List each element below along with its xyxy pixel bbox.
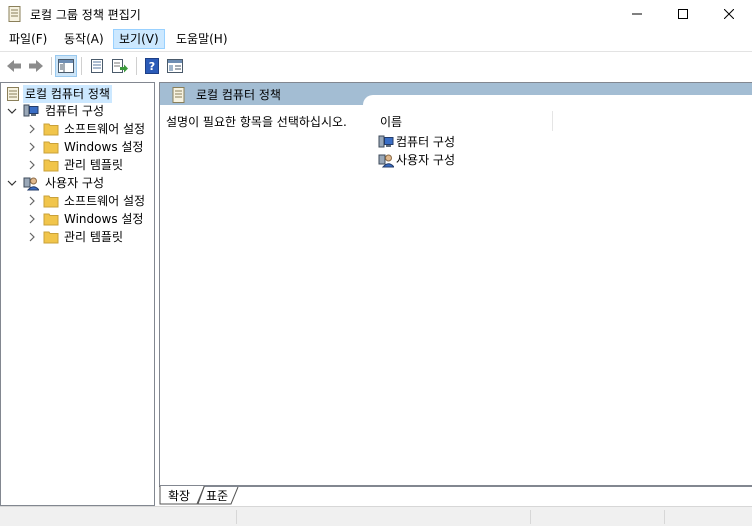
list-item-label: 사용자 구성 bbox=[396, 153, 456, 167]
chevron-down-icon[interactable] bbox=[7, 106, 17, 116]
folder-icon bbox=[43, 159, 59, 172]
help-button[interactable]: ? bbox=[141, 55, 163, 77]
computer-icon bbox=[378, 135, 394, 148]
status-divider bbox=[236, 510, 237, 524]
toolbar: ? bbox=[0, 51, 752, 78]
view-tabs: 확장 표준 bbox=[159, 486, 752, 506]
tab-extended[interactable]: 확장 bbox=[168, 488, 190, 506]
status-divider bbox=[664, 510, 665, 524]
title-bar: 로컬 그룹 정책 편집기 bbox=[0, 0, 752, 28]
forward-arrow-icon bbox=[29, 60, 43, 72]
tree-item-user-admin-templates[interactable]: 관리 템플릿 bbox=[1, 228, 154, 246]
tree-item-label: 소프트웨어 설정 bbox=[64, 194, 146, 208]
menu-action[interactable]: 동작(A) bbox=[59, 29, 109, 49]
maximize-button[interactable] bbox=[660, 0, 706, 28]
svg-text:?: ? bbox=[149, 60, 155, 73]
menu-help[interactable]: 도움말(H) bbox=[171, 29, 233, 49]
menu-view[interactable]: 보기(V) bbox=[113, 29, 165, 49]
status-divider bbox=[530, 510, 531, 524]
help-icon: ? bbox=[145, 58, 159, 74]
folder-icon bbox=[43, 195, 59, 208]
list-item-label: 컴퓨터 구성 bbox=[396, 135, 456, 149]
content-header-title: 로컬 컴퓨터 정책 bbox=[196, 88, 281, 102]
tree-item-label: Windows 설정 bbox=[64, 212, 144, 226]
toolbar-separator bbox=[136, 57, 137, 75]
minimize-button[interactable] bbox=[614, 0, 660, 28]
tree-item-label: 관리 템플릿 bbox=[64, 158, 124, 172]
back-button[interactable] bbox=[3, 55, 25, 77]
chevron-right-icon[interactable] bbox=[27, 142, 37, 152]
properties-icon bbox=[91, 59, 103, 73]
minimize-icon bbox=[632, 13, 642, 15]
tree-item-label: 관리 템플릿 bbox=[64, 230, 124, 244]
tree-item-label: 로컬 컴퓨터 정책 bbox=[23, 85, 112, 103]
properties-button[interactable] bbox=[86, 55, 108, 77]
tree-item-label: 컴퓨터 구성 bbox=[45, 104, 105, 118]
document-policy-icon bbox=[172, 87, 185, 103]
column-header-label: 이름 bbox=[380, 115, 403, 129]
document-policy-icon bbox=[7, 87, 19, 101]
tree-item-user-software[interactable]: 소프트웨어 설정 bbox=[1, 192, 154, 210]
folder-icon bbox=[43, 141, 59, 154]
menu-file[interactable]: 파일(F) bbox=[4, 29, 52, 49]
tree-item-label: 사용자 구성 bbox=[45, 176, 105, 190]
export-list-button[interactable] bbox=[109, 55, 131, 77]
show-hide-tree-button[interactable] bbox=[55, 55, 77, 77]
user-icon bbox=[23, 177, 39, 191]
tree-item-computer-software[interactable]: 소프트웨어 설정 bbox=[1, 120, 154, 138]
show-hide-tree-icon bbox=[58, 59, 74, 73]
tree-pane: 로컬 컴퓨터 정책 컴퓨터 구성 소프트웨어 설정 Windows 설정 관리 … bbox=[0, 82, 155, 506]
tab-standard[interactable]: 표준 bbox=[206, 488, 228, 506]
description-text: 설명이 필요한 항목을 선택하십시오. bbox=[166, 115, 347, 129]
tree-item-user-windows[interactable]: Windows 설정 bbox=[1, 210, 154, 228]
user-icon bbox=[378, 154, 394, 168]
tree-item-label: Windows 설정 bbox=[64, 140, 144, 154]
export-list-icon bbox=[112, 59, 128, 73]
status-bar bbox=[0, 506, 752, 526]
tree-item-computer-config[interactable]: 컴퓨터 구성 bbox=[1, 102, 154, 120]
chevron-down-icon[interactable] bbox=[7, 178, 17, 188]
toolbar-separator bbox=[51, 57, 52, 75]
extended-view-icon bbox=[167, 59, 183, 73]
close-button[interactable] bbox=[706, 0, 752, 28]
computer-icon bbox=[23, 104, 39, 117]
window-title: 로컬 그룹 정책 편집기 bbox=[30, 8, 141, 22]
tree-item-computer-admin-templates[interactable]: 관리 템플릿 bbox=[1, 156, 154, 174]
tree-item-label: 소프트웨어 설정 bbox=[64, 122, 146, 136]
extended-view-button[interactable] bbox=[164, 55, 186, 77]
toolbar-separator bbox=[81, 57, 82, 75]
tree-item-local-computer-policy[interactable]: 로컬 컴퓨터 정책 bbox=[1, 85, 154, 103]
maximize-icon bbox=[678, 9, 688, 19]
header-divider bbox=[363, 95, 752, 105]
content-pane: 로컬 컴퓨터 정책 설명이 필요한 항목을 선택하십시오. 이름 컴퓨터 구성 … bbox=[159, 82, 752, 486]
chevron-right-icon[interactable] bbox=[27, 124, 37, 134]
chevron-right-icon[interactable] bbox=[27, 160, 37, 170]
back-arrow-icon bbox=[7, 60, 21, 72]
folder-icon bbox=[43, 213, 59, 226]
chevron-right-icon[interactable] bbox=[27, 196, 37, 206]
content-header: 로컬 컴퓨터 정책 bbox=[160, 83, 752, 105]
forward-button[interactable] bbox=[25, 55, 47, 77]
tree-item-user-config[interactable]: 사용자 구성 bbox=[1, 174, 154, 192]
menu-bar: 파일(F) 동작(A) 보기(V) 도움말(H) bbox=[0, 28, 752, 50]
folder-icon bbox=[43, 123, 59, 136]
chevron-right-icon[interactable] bbox=[27, 214, 37, 224]
document-policy-icon bbox=[8, 6, 21, 22]
close-icon bbox=[724, 9, 734, 19]
tree-item-computer-windows[interactable]: Windows 설정 bbox=[1, 138, 154, 156]
folder-icon bbox=[43, 231, 59, 244]
chevron-right-icon[interactable] bbox=[27, 232, 37, 242]
column-header-name[interactable]: 이름 bbox=[378, 111, 553, 131]
